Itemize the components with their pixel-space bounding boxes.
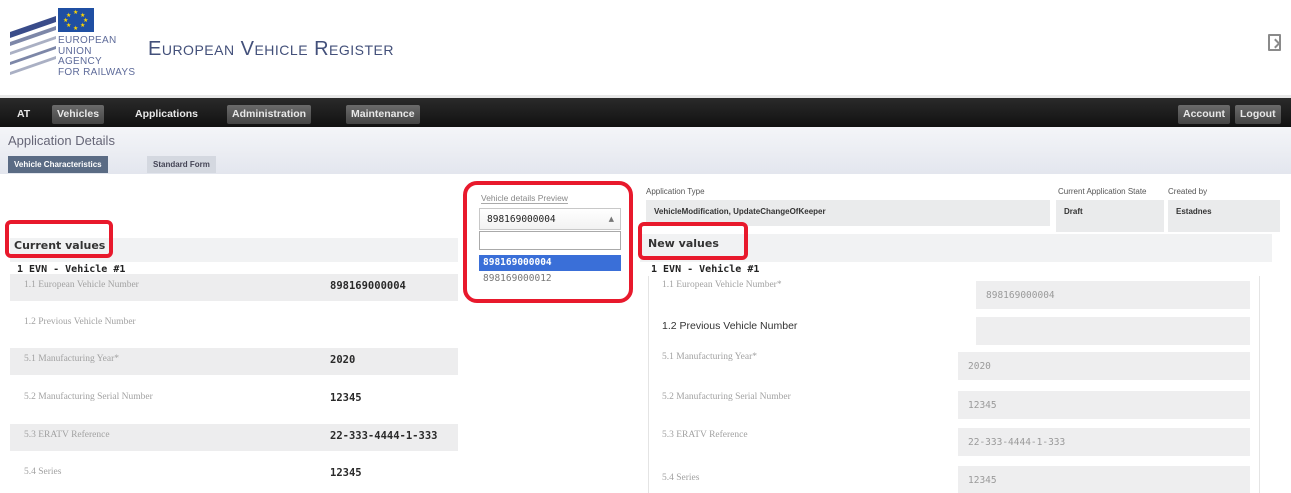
logout-button[interactable]: Logout	[1235, 105, 1281, 124]
new-value-field[interactable]: 898169000004	[976, 281, 1250, 309]
application-type-label: Application Type	[646, 187, 705, 196]
current-row: 5.1 Manufacturing Year* 2020	[10, 348, 458, 375]
current-values-highlight	[5, 220, 113, 258]
exit-icon[interactable]	[1268, 34, 1281, 51]
field-value: 12345	[330, 392, 362, 404]
nav-maintenance[interactable]: Maintenance	[346, 105, 420, 124]
eu-flag-icon: ★ ★ ★ ★ ★ ★ ★ ★	[58, 8, 94, 32]
vehicle-preview-options: 898169000004 898169000012	[479, 255, 621, 287]
new-value-field[interactable]: 2020	[958, 352, 1250, 380]
main-nav: AT Vehicles Applications Administration …	[0, 95, 1291, 127]
field-label: 5.2 Manufacturing Serial Number	[24, 392, 153, 402]
field-label: 1.2 Previous Vehicle Number	[24, 317, 136, 327]
created-by-value: Estadnes	[1168, 200, 1280, 232]
created-by-label: Created by	[1168, 187, 1208, 196]
page-title: Application Details	[8, 133, 115, 148]
chevron-down-icon: ▲	[608, 215, 614, 223]
nav-country[interactable]: AT	[12, 105, 35, 124]
vehicle-preview-dropdown: Vehicle details Preview 898169000004 ▲ 8…	[463, 181, 633, 303]
agency-logo-stripes	[10, 16, 56, 75]
nav-administration[interactable]: Administration	[227, 105, 312, 124]
current-row: 5.3 ERATV Reference 22-333-4444-1-333	[10, 424, 458, 451]
field-label: 5.1 Manufacturing Year*	[24, 354, 119, 364]
field-value: 22-333-4444-1-333	[968, 437, 1066, 448]
nav-vehicles[interactable]: Vehicles	[52, 105, 105, 124]
field-value: 898169000004	[330, 280, 406, 292]
field-label: 1.1 European Vehicle Number	[24, 280, 139, 290]
field-label: 5.1 Manufacturing Year*	[662, 352, 757, 362]
new-group-title: 1 EVN - Vehicle #1	[651, 264, 760, 275]
vehicle-preview-search-input[interactable]	[479, 231, 621, 250]
tab-standard-form[interactable]: Standard Form	[147, 156, 216, 173]
new-value-field[interactable]: 22-333-4444-1-333	[958, 428, 1250, 456]
new-value-field[interactable]: 12345	[958, 466, 1250, 493]
new-values-highlight	[638, 222, 748, 260]
field-value: 898169000004	[986, 290, 1055, 301]
field-label: 5.4 Series	[24, 467, 62, 477]
agency-name: EUROPEAN UNION AGENCY FOR RAILWAYS	[58, 35, 136, 78]
current-row: 5.2 Manufacturing Serial Number 12345	[10, 386, 458, 413]
field-label: 5.4 Series	[662, 473, 700, 483]
vehicle-preview-option[interactable]: 898169000012	[479, 271, 621, 287]
header: ★ ★ ★ ★ ★ ★ ★ ★ EUROPEAN UNION AGENCY FO…	[0, 0, 1291, 95]
field-label: 1.1 European Vehicle Number*	[662, 280, 782, 290]
current-row: 1.1 European Vehicle Number 898169000004	[10, 274, 458, 301]
application-state-value: Draft	[1056, 200, 1164, 232]
current-row: 5.4 Series 12345	[10, 461, 458, 488]
vehicle-preview-selected: 898169000004	[487, 214, 556, 225]
new-value-field[interactable]	[976, 317, 1250, 345]
current-row: 1.2 Previous Vehicle Number	[10, 311, 458, 338]
field-label: 5.3 ERATV Reference	[24, 430, 110, 440]
field-value: 22-333-4444-1-333	[330, 430, 438, 442]
field-value: 2020	[330, 354, 356, 366]
application-state-label: Current Application State	[1058, 187, 1147, 196]
field-label: 5.3 ERATV Reference	[662, 430, 748, 440]
field-label: 5.2 Manufacturing Serial Number	[662, 392, 791, 402]
field-value: 12345	[330, 467, 362, 479]
field-label: 1.2 Previous Vehicle Number	[662, 320, 798, 332]
app-title: European Vehicle Register	[148, 38, 394, 60]
vehicle-preview-option[interactable]: 898169000004	[479, 255, 621, 271]
field-value: 12345	[968, 475, 997, 486]
field-value: 12345	[968, 400, 997, 411]
vehicle-preview-select[interactable]: 898169000004 ▲	[479, 208, 621, 230]
tab-vehicle-characteristics[interactable]: Vehicle Characteristics	[8, 156, 108, 173]
vehicle-preview-label: Vehicle details Preview	[481, 193, 568, 204]
account-button[interactable]: Account	[1178, 105, 1230, 124]
new-value-field[interactable]: 12345	[958, 391, 1250, 419]
field-value: 2020	[968, 361, 991, 372]
nav-applications[interactable]: Applications	[130, 105, 203, 124]
